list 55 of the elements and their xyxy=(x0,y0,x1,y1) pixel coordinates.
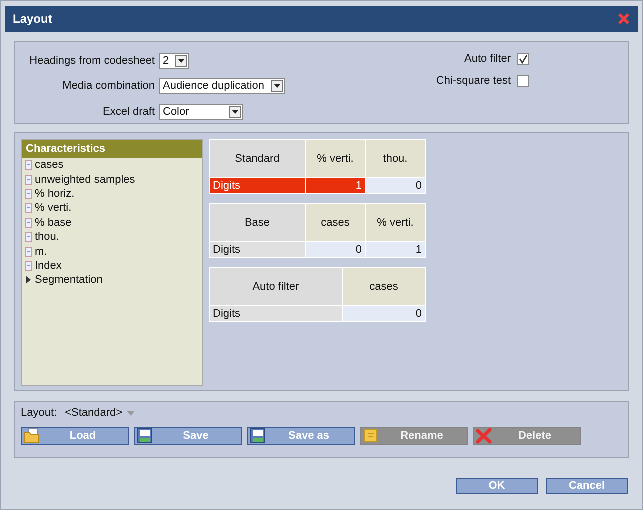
panel-header: Characteristics xyxy=(22,140,202,158)
tree-item[interactable]: % verti. xyxy=(22,201,202,216)
expand-icon[interactable] xyxy=(25,276,32,284)
table-cell[interactable]: 1 xyxy=(306,178,366,194)
table-cell[interactable]: Digits xyxy=(210,306,342,322)
tree-item[interactable]: m. xyxy=(22,244,202,259)
dropdown[interactable]: Color xyxy=(159,104,243,120)
delete-icon xyxy=(476,428,492,444)
document-icon xyxy=(25,246,32,257)
option-label: Excel draft xyxy=(102,106,155,118)
tree-item[interactable]: % base xyxy=(22,216,202,230)
column-header: % verti. xyxy=(306,140,366,178)
document-icon xyxy=(25,160,32,170)
document-icon xyxy=(25,232,32,242)
option-label: Media combination xyxy=(62,80,155,92)
column-header: Base xyxy=(210,204,306,242)
column-header: cases xyxy=(306,204,366,242)
document-icon xyxy=(25,174,32,185)
note-icon xyxy=(363,428,379,444)
column-header: Standard xyxy=(210,140,306,178)
table-cell[interactable]: 0 xyxy=(306,242,366,258)
folder-icon xyxy=(24,428,40,444)
dropdown[interactable]: Audience duplication xyxy=(159,78,285,94)
layout-label: Layout: xyxy=(21,407,58,419)
tree-item[interactable]: Index xyxy=(22,258,202,274)
tree-item[interactable]: cases xyxy=(22,158,202,172)
document-icon xyxy=(25,188,32,199)
caret-icon xyxy=(274,84,280,88)
table-cell[interactable]: Digits xyxy=(210,242,306,258)
tree-item[interactable]: % horiz. xyxy=(22,186,202,202)
table-cell[interactable]: 0 xyxy=(366,178,426,194)
checkbox[interactable] xyxy=(517,53,529,65)
checkbox[interactable] xyxy=(517,75,529,87)
table-cell[interactable]: 0 xyxy=(342,306,426,322)
caret-icon xyxy=(126,410,135,416)
column-header: thou. xyxy=(366,140,426,178)
tree-item[interactable]: thou. xyxy=(22,230,202,244)
caret-icon xyxy=(232,110,238,114)
caret-icon xyxy=(178,58,184,63)
column-header: % verti. xyxy=(366,204,426,242)
option-label: Auto filter xyxy=(464,53,511,65)
tree-item[interactable]: unweighted samples xyxy=(22,172,202,187)
document-icon xyxy=(25,260,32,271)
column-header: Auto filter xyxy=(210,268,342,306)
document-icon xyxy=(25,203,32,214)
layout-dropdown[interactable]: <Standard> xyxy=(65,407,135,419)
option-label: Headings from codesheet xyxy=(28,54,155,67)
tree-item[interactable]: Segmentation xyxy=(22,273,202,288)
window-title: Layout xyxy=(13,12,52,26)
table-cell[interactable]: Digits xyxy=(210,178,306,194)
column-header: cases xyxy=(342,268,426,306)
option-label: Chi-square test xyxy=(435,75,511,87)
document-icon xyxy=(25,218,32,228)
dropdown[interactable]: 2 xyxy=(159,52,189,69)
table-cell[interactable]: 1 xyxy=(366,242,426,258)
